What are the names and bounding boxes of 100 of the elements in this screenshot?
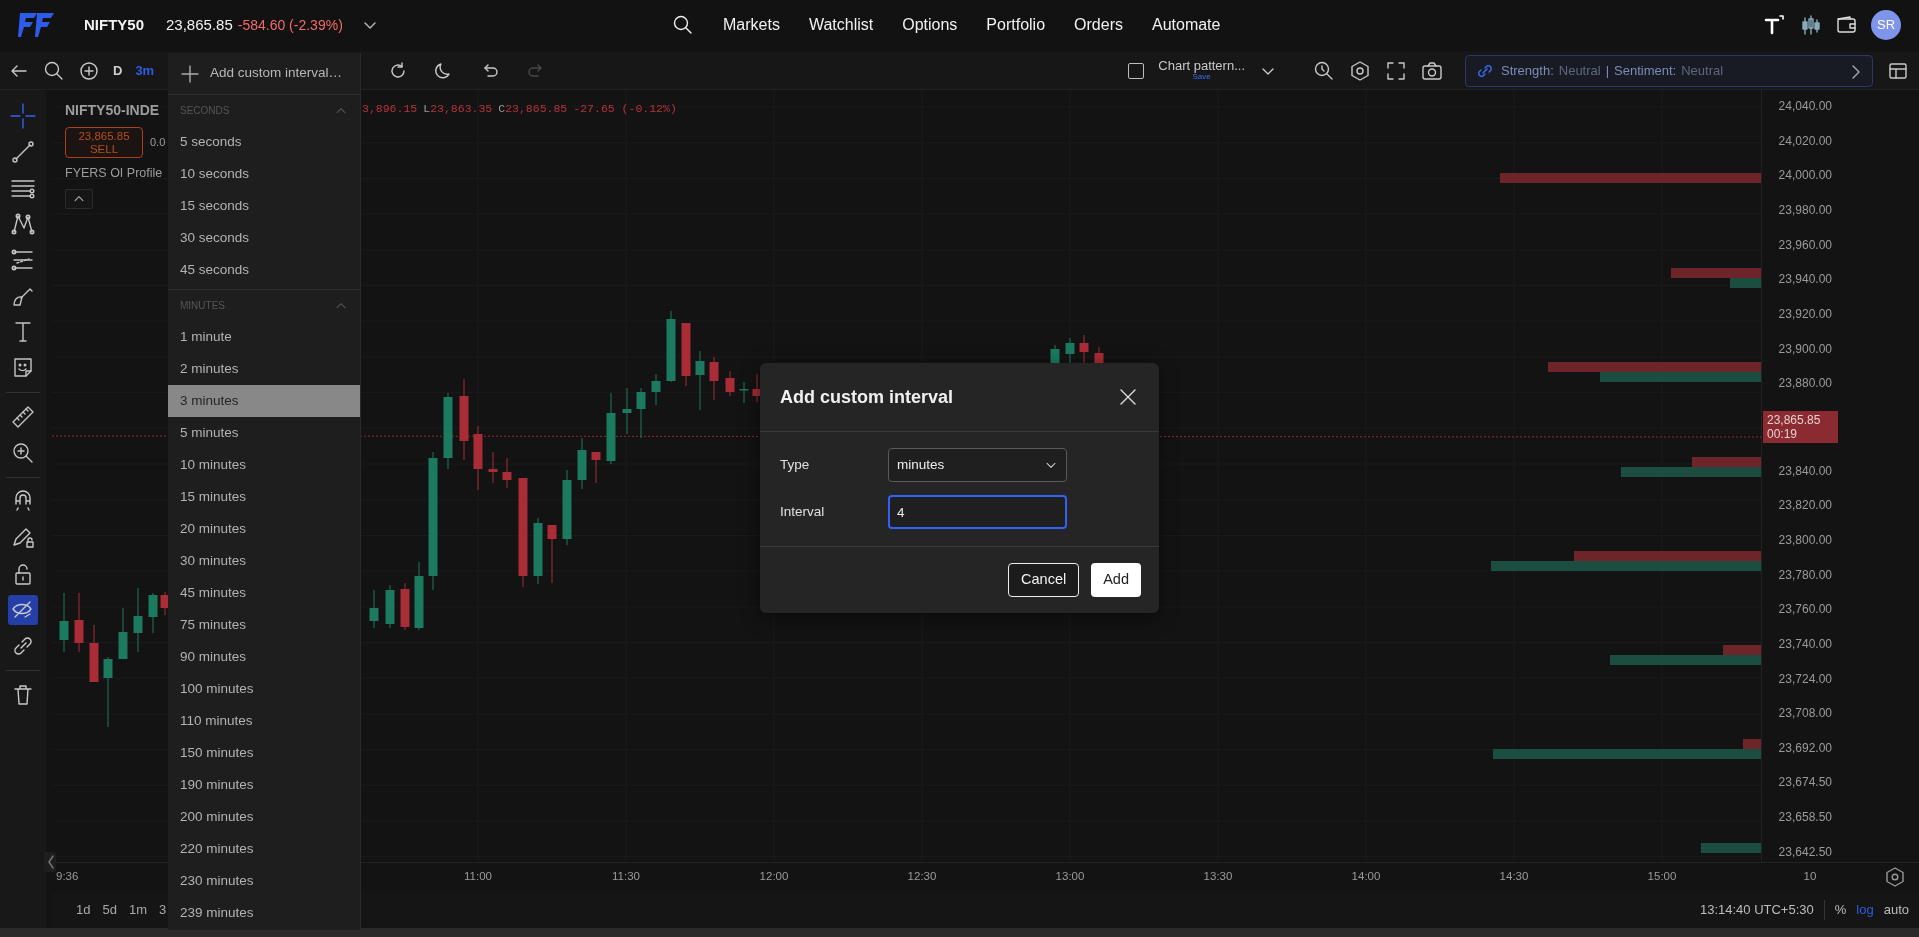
search-icon[interactable] <box>672 14 694 36</box>
camera-icon[interactable] <box>1421 59 1443 82</box>
nav-link[interactable]: Watchlist <box>808 13 874 37</box>
menu-item[interactable]: 45 seconds <box>168 254 360 286</box>
price-tick: 23,692.00 <box>1778 740 1832 755</box>
menu-item[interactable]: 10 minutes <box>168 449 360 481</box>
indicator-label: FYERS OI Profile <box>65 165 164 183</box>
range-button[interactable]: 1d <box>70 900 97 920</box>
hexagon-settings-icon[interactable] <box>1349 59 1371 82</box>
candlestick <box>547 524 557 584</box>
candlestick <box>369 589 379 629</box>
price-tick: 23,740.00 <box>1778 636 1832 651</box>
sell-button[interactable]: 23,865.85 SELL <box>65 127 143 159</box>
menu-item[interactable]: 3 minutes <box>168 385 360 417</box>
crosshair-icon[interactable] <box>8 101 38 131</box>
percent-toggle[interactable]: % <box>1834 900 1847 920</box>
auto-toggle[interactable]: auto <box>1883 900 1909 920</box>
candlestick <box>502 457 512 489</box>
chevron-left-icon[interactable] <box>44 852 56 872</box>
period-button[interactable]: D <box>113 60 123 81</box>
menu-item[interactable]: 15 seconds <box>168 190 360 222</box>
settings-icon[interactable] <box>1884 865 1906 888</box>
add-indicator-icon[interactable] <box>78 59 100 82</box>
time-label: 13:14:40 UTC+5:30 <box>1699 901 1814 920</box>
menu-item[interactable]: 90 minutes <box>168 641 360 673</box>
nav-link[interactable]: Automate <box>1151 13 1221 37</box>
cancel-button[interactable]: Cancel <box>1008 563 1080 597</box>
range-button[interactable]: 5d <box>96 900 123 920</box>
menu-item[interactable]: 30 minutes <box>168 545 360 577</box>
price-tick: 23,920.00 <box>1778 306 1832 321</box>
add-button[interactable]: Add <box>1091 563 1141 597</box>
menu-item[interactable]: 10 seconds <box>168 158 360 190</box>
candlestick <box>414 561 424 631</box>
nav-link[interactable]: Markets <box>723 13 780 37</box>
countdown: 00:19 <box>1767 426 1799 441</box>
select-field[interactable]: minutes <box>888 448 1067 482</box>
wallet-icon[interactable] <box>1835 14 1857 36</box>
candlestick <box>622 387 632 435</box>
search-icon[interactable] <box>43 59 65 82</box>
candlestick <box>651 373 661 406</box>
input-field[interactable]: 4 <box>888 495 1067 529</box>
candlestick <box>89 624 99 683</box>
range-button[interactable]: 1m <box>122 900 153 920</box>
menu-item[interactable]: 190 minutes <box>168 769 360 801</box>
nav-link[interactable]: Options <box>902 13 958 37</box>
candlestick <box>148 592 158 634</box>
menu-item[interactable]: 200 minutes <box>168 801 360 833</box>
t-logo-icon[interactable] <box>1763 14 1785 36</box>
menu-item[interactable]: 45 minutes <box>168 577 360 609</box>
menu-item[interactable]: 100 minutes <box>168 673 360 705</box>
price-tick: 23,674.50 <box>1778 775 1832 790</box>
clock-search-icon[interactable] <box>1313 59 1335 82</box>
fullscreen-icon[interactable] <box>1385 59 1407 82</box>
menu-item[interactable]: 15 minutes <box>168 481 360 513</box>
menu-item[interactable]: 110 minutes <box>168 705 360 737</box>
separator: | <box>1605 61 1610 80</box>
candlestick <box>577 437 587 490</box>
price-tick: 23,658.50 <box>1778 810 1832 825</box>
price-tick: 23,780.00 <box>1778 567 1832 582</box>
menu-item[interactable]: 150 minutes <box>168 737 360 769</box>
time-label: 11:30 <box>611 868 641 884</box>
menu-item[interactable]: 5 minutes <box>168 417 360 449</box>
menu-item[interactable]: 1 minute <box>168 321 360 353</box>
collapse-button[interactable] <box>65 189 93 210</box>
price-tick: 23,724.00 <box>1778 671 1832 686</box>
candlestick <box>709 356 719 401</box>
price-tick: 23,960.00 <box>1778 237 1832 252</box>
candlestick <box>636 387 646 439</box>
eye-off-icon[interactable] <box>8 595 38 625</box>
save-label[interactable]: Save <box>1192 73 1211 82</box>
ohlc-value: L23,863.35 <box>423 101 493 117</box>
spread-label: 0.0 <box>150 135 166 151</box>
price-tick: 23,708.00 <box>1778 706 1832 721</box>
menu-item[interactable]: 5 seconds <box>168 126 360 158</box>
candlestick <box>488 451 498 484</box>
candlestick-icon[interactable] <box>1799 14 1821 36</box>
candlestick <box>725 370 735 397</box>
logo-icon[interactable] <box>18 10 56 40</box>
menu-item[interactable]: 20 minutes <box>168 513 360 545</box>
sentiment-bar[interactable]: Strength: Neutral | Sentiment: Neutral <box>1465 54 1873 87</box>
menu-item[interactable]: 220 minutes <box>168 833 360 865</box>
menu-item[interactable]: 30 seconds <box>168 222 360 254</box>
ohlc-value: C23,865.85 <box>498 101 568 117</box>
price-tick: 23,980.00 <box>1778 202 1832 217</box>
nav-link[interactable]: Portfolio <box>986 13 1046 37</box>
menu-item[interactable]: 75 minutes <box>168 609 360 641</box>
dialog-title: Add custom interval <box>780 385 954 409</box>
field-label: Interval <box>780 502 826 521</box>
menu-item[interactable]: 230 minutes <box>168 865 360 897</box>
checkbox[interactable] <box>1128 62 1145 79</box>
candlestick <box>1079 334 1089 366</box>
symbol-title: NIFTY50-INDE <box>65 101 161 120</box>
candlestick <box>103 656 113 728</box>
price-tick: 23,940.00 <box>1778 272 1832 287</box>
chart-pattern-label[interactable]: Chart pattern... <box>1158 59 1245 74</box>
price-tick: 23,760.00 <box>1778 602 1832 617</box>
price-tick: 23,642.50 <box>1778 844 1832 859</box>
candlestick <box>59 592 69 653</box>
nav-link[interactable]: Orders <box>1074 13 1123 37</box>
menu-item[interactable]: 2 minutes <box>168 353 360 385</box>
